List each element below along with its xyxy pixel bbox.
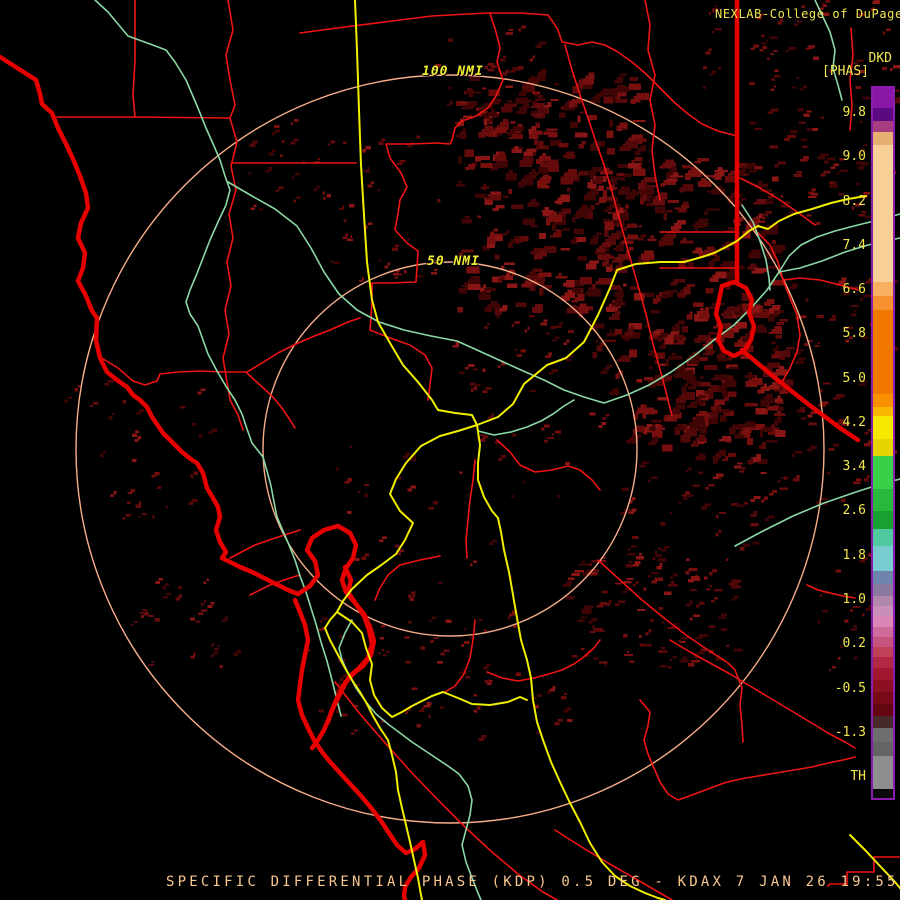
colorbar-segment: [873, 456, 893, 489]
colorbar-tick-7.4: 7.4: [842, 238, 866, 253]
radar-viewer-window: NEXLAB-College of DuPage⇱ DKD [PHAS] 100…: [0, 0, 900, 900]
colorbar: [871, 86, 895, 800]
range-ring-label-100nmi: 100 NMI: [422, 64, 484, 79]
colorbar-segment: [873, 121, 893, 132]
colorbar-segment: [873, 108, 893, 121]
colorbar-segment: [873, 546, 893, 571]
radar-map-canvas: [0, 0, 900, 900]
brand-text: NEXLAB-College of DuPage: [715, 7, 900, 21]
colorbar-segment: [873, 742, 893, 756]
colorbar-segment: [873, 584, 893, 596]
colorbar-segment: [873, 716, 893, 728]
colorbar-segment: [873, 789, 893, 798]
colorbar-segment: [873, 728, 893, 742]
colorbar-segment: [873, 596, 893, 606]
colorbar-segment: [873, 489, 893, 511]
colorbar-segment: [873, 606, 893, 616]
brand-title: NEXLAB-College of DuPage⇱: [715, 7, 900, 22]
colorbar-tick-1.0: 1.0: [842, 592, 866, 607]
colorbar-segment: [873, 394, 893, 407]
colorbar-tick--1.3: -1.3: [834, 725, 866, 740]
colorbar-segment: [873, 132, 893, 145]
colorbar-tick-9.8: 9.8: [842, 105, 866, 120]
colorbar-segment: [873, 704, 893, 716]
colorbar-tick-5.0: 5.0: [842, 371, 866, 386]
colorbar-segment: [873, 145, 893, 282]
colorbar-segment: [873, 756, 893, 789]
colorbar-segment: [873, 88, 893, 108]
colorbar-tick-0.2: 0.2: [842, 636, 866, 651]
colorbar-tick-3.4: 3.4: [842, 459, 866, 474]
colorbar-segment: [873, 571, 893, 584]
product-code-label: DKD: [868, 51, 892, 66]
colorbar-segment: [873, 637, 893, 647]
colorbar-segment: [873, 627, 893, 637]
colorbar-tick-TH: TH: [850, 769, 866, 784]
colorbar-segment: [873, 416, 893, 439]
colorbar-tick-8.2: 8.2: [842, 194, 866, 209]
status-bar-product-caption: SPECIFIC DIFFERENTIAL PHASE (KDP) 0.5 DE…: [166, 874, 899, 890]
colorbar-segment: [873, 680, 893, 692]
colorbar-tick-2.6: 2.6: [842, 503, 866, 518]
colorbar-segment: [873, 511, 893, 529]
colorbar-segment: [873, 310, 893, 394]
colorbar-segment: [873, 692, 893, 704]
colorbar-segment: [873, 407, 893, 416]
colorbar-tick-5.8: 5.8: [842, 326, 866, 341]
colorbar-segment: [873, 439, 893, 456]
colorbar-segment: [873, 296, 893, 310]
range-ring-label-50nmi: 50 NMI: [427, 254, 480, 269]
product-units-label: [PHAS]: [822, 64, 869, 79]
colorbar-segment: [873, 282, 893, 296]
map-background: [0, 0, 900, 900]
colorbar-tick--0.5: -0.5: [834, 681, 866, 696]
colorbar-segment: [873, 647, 893, 657]
colorbar-segment: [873, 616, 893, 627]
colorbar-tick-6.6: 6.6: [842, 282, 866, 297]
colorbar-tick-1.8: 1.8: [842, 548, 866, 563]
colorbar-tick-4.2: 4.2: [842, 415, 866, 430]
colorbar-segment: [873, 657, 893, 668]
colorbar-segment: [873, 668, 893, 680]
colorbar-segment: [873, 529, 893, 546]
colorbar-tick-9.0: 9.0: [842, 149, 866, 164]
